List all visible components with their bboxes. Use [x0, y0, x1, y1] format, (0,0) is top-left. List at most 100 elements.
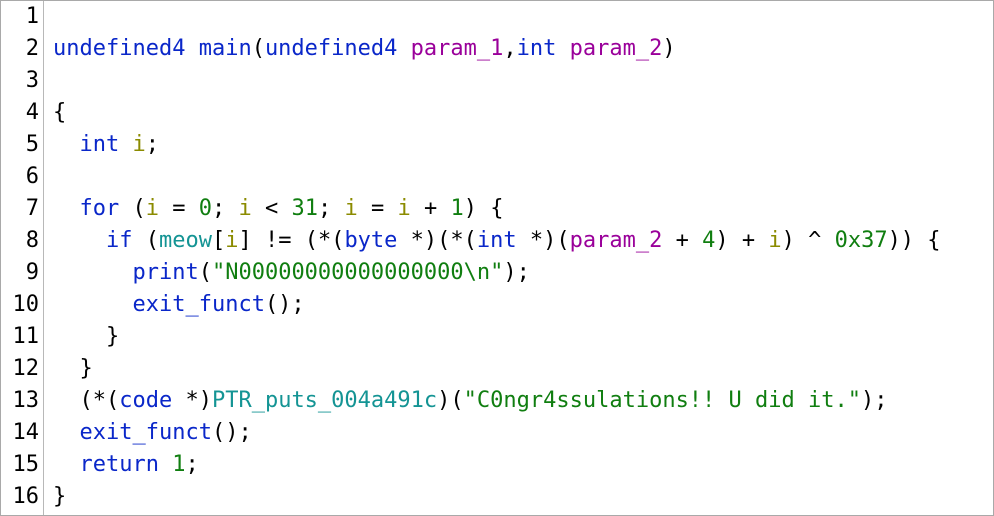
- code-text[interactable]: exit_funct();: [53, 289, 304, 321]
- code-token-plain[interactable]: ;: [212, 196, 239, 221]
- code-token-global[interactable]: PTR_puts_004a491c: [212, 388, 437, 413]
- code-token-global[interactable]: meow: [159, 228, 212, 253]
- code-token-plain[interactable]: =: [358, 196, 398, 221]
- code-token-plain[interactable]: }: [53, 484, 66, 509]
- code-token-plain[interactable]: ();: [212, 420, 252, 445]
- code-text[interactable]: }: [53, 481, 66, 513]
- code-token-func[interactable]: exit_funct: [132, 292, 264, 317]
- code-token-keyword[interactable]: return: [80, 452, 159, 477]
- code-token-plain[interactable]: {: [53, 100, 66, 125]
- code-token-plain[interactable]: (: [132, 228, 159, 253]
- code-token-local[interactable]: i: [239, 196, 252, 221]
- code-token-plain[interactable]: [53, 420, 80, 445]
- code-line[interactable]: 5 int i;: [1, 129, 993, 161]
- code-text[interactable]: print("N00000000000000000\n");: [53, 257, 530, 289]
- code-token-string[interactable]: "C0ngr4ssulations!! U did it.": [464, 388, 861, 413]
- code-token-local[interactable]: i: [225, 228, 238, 253]
- code-text[interactable]: if (meow[i] != (*(byte *)(*(int *)(param…: [53, 225, 941, 257]
- code-text[interactable]: (*(code *)PTR_puts_004a491c)("C0ngr4ssul…: [53, 385, 888, 417]
- code-token-local[interactable]: i: [768, 228, 781, 253]
- code-line[interactable]: 9 print("N00000000000000000\n");: [1, 257, 993, 289]
- code-token-plain[interactable]: ) +: [715, 228, 768, 253]
- code-token-plain[interactable]: [556, 36, 569, 61]
- code-token-plain[interactable]: }: [53, 356, 92, 381]
- code-token-plain[interactable]: *)(*(: [397, 228, 477, 253]
- code-line[interactable]: 1: [1, 1, 993, 33]
- code-token-plain[interactable]: *)(: [517, 228, 570, 253]
- code-text[interactable]: for (i = 0; i < 31; i = i + 1) {: [53, 193, 504, 225]
- code-token-plain[interactable]: ;: [185, 452, 198, 477]
- code-token-plain[interactable]: ] != (*(: [238, 228, 344, 253]
- code-token-plain[interactable]: [53, 228, 106, 253]
- code-token-plain[interactable]: [53, 196, 80, 221]
- code-token-number[interactable]: 4: [702, 228, 715, 253]
- code-line[interactable]: 2 undefined4 main(undefined4 param_1,int …: [1, 33, 993, 65]
- code-text[interactable]: }: [53, 321, 119, 353]
- code-line[interactable]: 14 exit_funct();: [1, 417, 993, 449]
- code-token-plain[interactable]: ,: [503, 36, 516, 61]
- code-text[interactable]: }: [53, 353, 92, 385]
- code-line[interactable]: 4{: [1, 97, 993, 129]
- code-token-type[interactable]: undefined4: [53, 36, 185, 61]
- code-token-plain[interactable]: [185, 36, 198, 61]
- code-token-param[interactable]: param_2: [570, 36, 663, 61]
- code-token-plain[interactable]: [53, 132, 80, 157]
- code-token-plain[interactable]: ): [662, 36, 675, 61]
- code-token-number[interactable]: 1: [172, 452, 185, 477]
- code-token-plain[interactable]: +: [411, 196, 451, 221]
- code-token-plain[interactable]: [53, 452, 80, 477]
- code-line[interactable]: 12 }: [1, 353, 993, 385]
- code-token-param[interactable]: param_2: [570, 228, 663, 253]
- code-token-keyword[interactable]: for: [80, 196, 120, 221]
- code-token-type[interactable]: byte: [344, 228, 397, 253]
- code-token-plain[interactable]: (*(: [53, 388, 119, 413]
- code-token-plain[interactable]: (: [199, 260, 212, 285]
- code-token-local[interactable]: i: [398, 196, 411, 221]
- code-token-string[interactable]: "N00000000000000000\n": [212, 260, 503, 285]
- code-token-plain[interactable]: [: [212, 228, 225, 253]
- code-token-func[interactable]: exit_funct: [80, 420, 212, 445]
- code-token-type[interactable]: int: [477, 228, 517, 253]
- code-token-plain[interactable]: ;: [318, 196, 345, 221]
- code-token-number[interactable]: 0x37: [835, 228, 888, 253]
- code-token-func[interactable]: print: [132, 260, 198, 285]
- code-text[interactable]: int i;: [53, 129, 160, 161]
- code-line[interactable]: 8 if (meow[i] != (*(byte *)(*(int *)(par…: [1, 225, 993, 257]
- code-token-plain[interactable]: ;: [146, 132, 159, 157]
- code-line[interactable]: 6: [1, 161, 993, 193]
- code-token-type[interactable]: code: [119, 388, 172, 413]
- code-line[interactable]: 16}: [1, 481, 993, 513]
- code-token-plain[interactable]: );: [503, 260, 530, 285]
- code-line[interactable]: 13 (*(code *)PTR_puts_004a491c)("C0ngr4s…: [1, 385, 993, 417]
- code-token-plain[interactable]: [119, 132, 132, 157]
- code-token-number[interactable]: 31: [292, 196, 319, 221]
- code-token-plain[interactable]: ) ^: [782, 228, 835, 253]
- code-token-plain[interactable]: [53, 260, 132, 285]
- code-line[interactable]: 3: [1, 65, 993, 97]
- code-token-number[interactable]: 0: [199, 196, 212, 221]
- code-text[interactable]: return 1;: [53, 449, 199, 481]
- code-token-type[interactable]: int: [517, 36, 557, 61]
- code-token-plain[interactable]: (: [119, 196, 145, 221]
- code-line[interactable]: 15 return 1;: [1, 449, 993, 481]
- code-token-plain[interactable]: [397, 36, 410, 61]
- code-token-plain[interactable]: )(: [437, 388, 464, 413]
- code-text[interactable]: {: [53, 97, 66, 129]
- code-token-plain[interactable]: +: [662, 228, 702, 253]
- code-text[interactable]: exit_funct();: [53, 417, 252, 449]
- code-token-type[interactable]: int: [80, 132, 120, 157]
- code-token-number[interactable]: 1: [451, 196, 464, 221]
- code-token-plain[interactable]: )) {: [888, 228, 941, 253]
- code-token-plain[interactable]: [53, 292, 132, 317]
- code-line[interactable]: 7 for (i = 0; i < 31; i = i + 1) {: [1, 193, 993, 225]
- code-token-local[interactable]: i: [345, 196, 358, 221]
- code-token-plain[interactable]: (: [252, 36, 265, 61]
- code-line[interactable]: 10 exit_funct();: [1, 289, 993, 321]
- code-token-param[interactable]: param_1: [411, 36, 504, 61]
- code-token-keyword[interactable]: if: [106, 228, 133, 253]
- code-token-plain[interactable]: );: [861, 388, 888, 413]
- code-token-local[interactable]: i: [133, 132, 146, 157]
- code-token-local[interactable]: i: [146, 196, 159, 221]
- code-token-plain[interactable]: ) {: [464, 196, 504, 221]
- code-token-plain[interactable]: =: [159, 196, 199, 221]
